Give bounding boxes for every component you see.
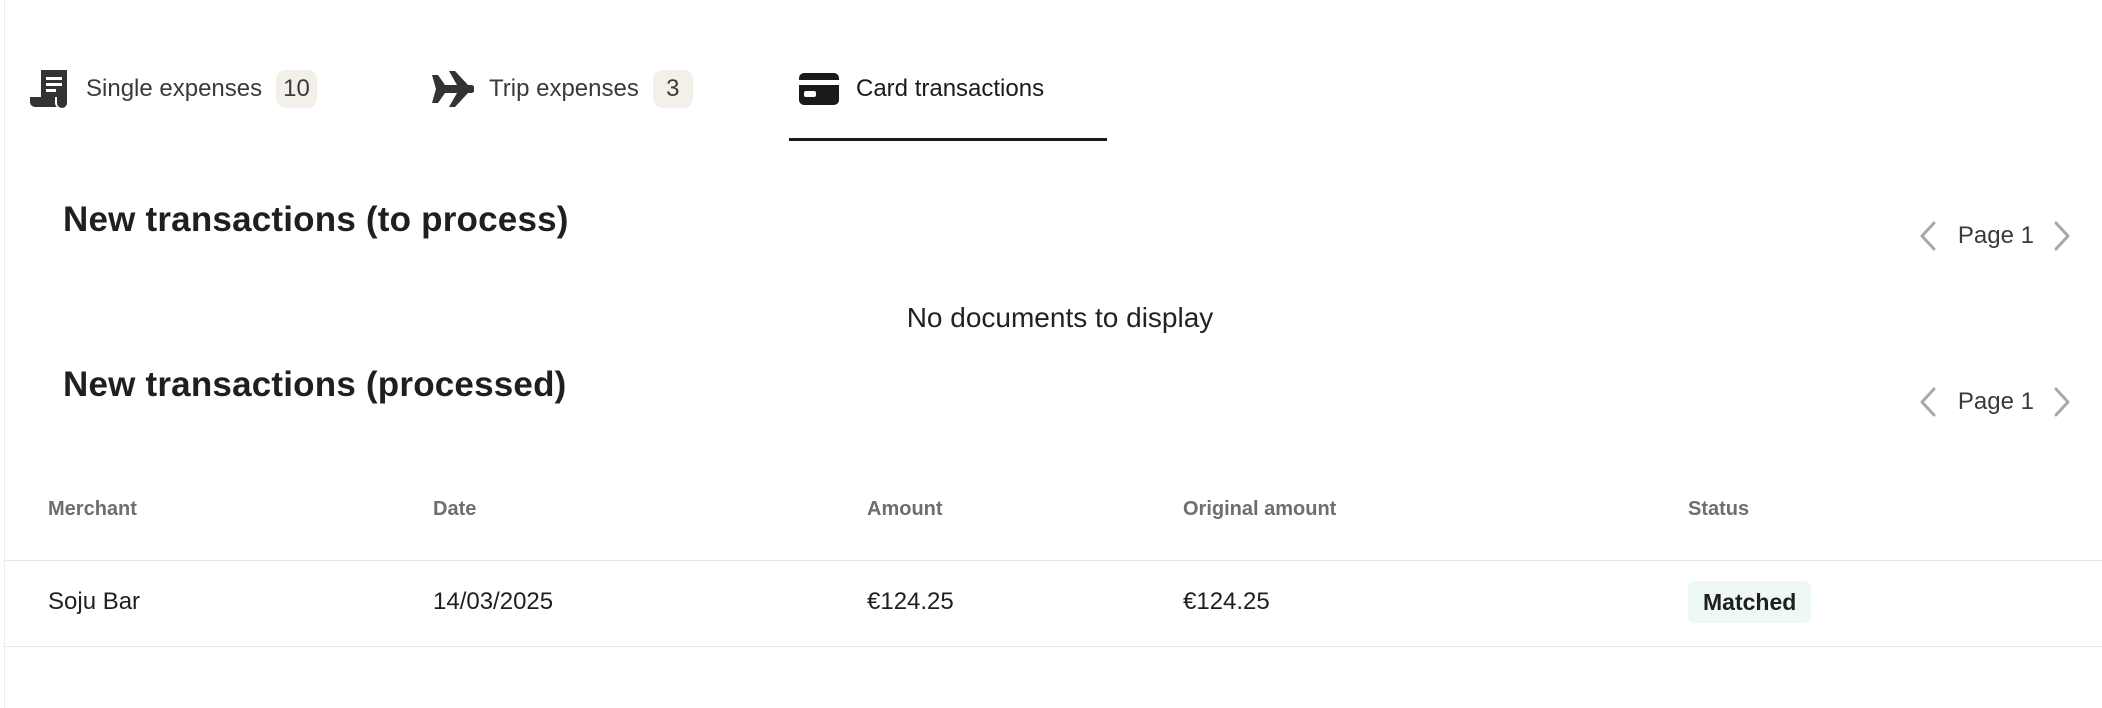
cell-date: 14/03/2025 (433, 588, 554, 615)
tab-label: Card transactions (856, 75, 1045, 102)
status-badge: Matched (1688, 581, 1812, 623)
count-badge: 3 (652, 70, 693, 108)
tab-trip-expenses[interactable]: Trip expenses 3 (430, 60, 693, 142)
pager-processed: Page 1 (1910, 382, 2080, 422)
active-tab-indicator (789, 138, 1107, 141)
column-header-date[interactable]: Date (433, 498, 476, 521)
tab-label: Single expenses (86, 75, 263, 102)
table-row[interactable]: Soju Bar 14/03/2025 €124.25 €124.25 Matc… (5, 561, 2102, 647)
credit-card-icon (797, 67, 841, 111)
section-title-processed: New transactions (processed) (63, 365, 567, 404)
airplane-icon (430, 67, 474, 111)
receipt-icon (27, 67, 71, 111)
tab-card-transactions[interactable]: Card transactions (797, 60, 1044, 142)
tab-bar: Single expenses 10 Trip expenses 3 Card … (5, 0, 2102, 142)
chevron-right-icon[interactable] (2044, 384, 2080, 420)
column-header-amount[interactable]: Amount (867, 498, 943, 521)
column-header-merchant[interactable]: Merchant (48, 498, 137, 521)
chevron-left-icon[interactable] (1910, 384, 1946, 420)
column-header-original-amount[interactable]: Original amount (1183, 498, 1336, 521)
table-header: Merchant Date Amount Original amount Sta… (5, 480, 2102, 561)
empty-state-text: No documents to display (906, 302, 1214, 333)
pager-to-process: Page 1 (1910, 216, 2080, 256)
cell-merchant: Soju Bar (48, 588, 141, 615)
tab-single-expenses[interactable]: Single expenses 10 (27, 60, 317, 142)
page-indicator: Page 1 (1957, 388, 2034, 415)
chevron-left-icon[interactable] (1910, 218, 1946, 254)
count-badge: 10 (276, 70, 317, 108)
page-indicator: Page 1 (1957, 222, 2034, 249)
column-header-status[interactable]: Status (1688, 498, 1749, 521)
tab-label: Trip expenses (489, 75, 639, 102)
cell-amount: €124.25 (867, 588, 954, 615)
cell-original-amount: €124.25 (1183, 588, 1270, 615)
chevron-right-icon[interactable] (2044, 218, 2080, 254)
section-title-to-process: New transactions (to process) (63, 200, 569, 239)
card-transactions-page: Single expenses 10 Trip expenses 3 Card … (4, 0, 2102, 708)
